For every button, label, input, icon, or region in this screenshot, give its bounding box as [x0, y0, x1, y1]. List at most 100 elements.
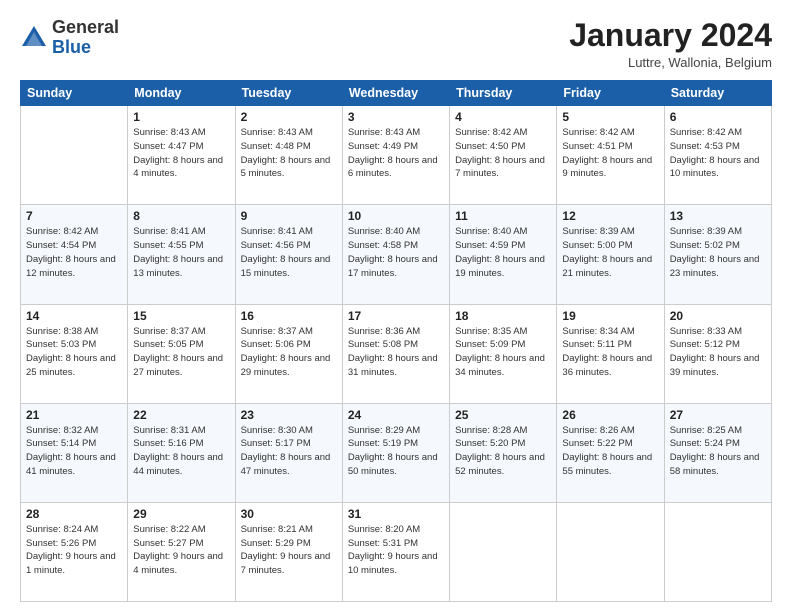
day-number: 22 [133, 408, 229, 422]
daylight: Daylight: 9 hours and 7 minutes. [241, 551, 331, 576]
table-row [21, 106, 128, 205]
sunrise: Sunrise: 8:42 AM [26, 226, 98, 237]
daylight: Daylight: 8 hours and 50 minutes. [348, 452, 438, 477]
day-info: Sunrise: 8:36 AM Sunset: 5:08 PM Dayligh… [348, 325, 444, 380]
day-number: 29 [133, 507, 229, 521]
col-sunday: Sunday [21, 81, 128, 106]
daylight: Daylight: 8 hours and 34 minutes. [455, 353, 545, 378]
daylight: Daylight: 8 hours and 9 minutes. [562, 155, 652, 180]
daylight: Daylight: 8 hours and 58 minutes. [670, 452, 760, 477]
table-row: 15 Sunrise: 8:37 AM Sunset: 5:05 PM Dayl… [128, 304, 235, 403]
sunrise: Sunrise: 8:35 AM [455, 326, 527, 337]
sunrise: Sunrise: 8:34 AM [562, 326, 634, 337]
daylight: Daylight: 8 hours and 10 minutes. [670, 155, 760, 180]
day-number: 19 [562, 309, 658, 323]
table-row [450, 502, 557, 601]
daylight: Daylight: 8 hours and 23 minutes. [670, 254, 760, 279]
sunrise: Sunrise: 8:30 AM [241, 425, 313, 436]
daylight: Daylight: 8 hours and 55 minutes. [562, 452, 652, 477]
day-info: Sunrise: 8:40 AM Sunset: 4:58 PM Dayligh… [348, 225, 444, 280]
day-number: 28 [26, 507, 122, 521]
table-row: 22 Sunrise: 8:31 AM Sunset: 5:16 PM Dayl… [128, 403, 235, 502]
day-info: Sunrise: 8:43 AM Sunset: 4:49 PM Dayligh… [348, 126, 444, 181]
day-info: Sunrise: 8:39 AM Sunset: 5:00 PM Dayligh… [562, 225, 658, 280]
day-number: 31 [348, 507, 444, 521]
day-info: Sunrise: 8:34 AM Sunset: 5:11 PM Dayligh… [562, 325, 658, 380]
day-info: Sunrise: 8:42 AM Sunset: 4:53 PM Dayligh… [670, 126, 766, 181]
table-row: 12 Sunrise: 8:39 AM Sunset: 5:00 PM Dayl… [557, 205, 664, 304]
calendar-week-4: 21 Sunrise: 8:32 AM Sunset: 5:14 PM Dayl… [21, 403, 772, 502]
sunset: Sunset: 4:53 PM [670, 141, 740, 152]
day-number: 10 [348, 209, 444, 223]
day-number: 2 [241, 110, 337, 124]
sunrise: Sunrise: 8:39 AM [562, 226, 634, 237]
day-info: Sunrise: 8:29 AM Sunset: 5:19 PM Dayligh… [348, 424, 444, 479]
day-number: 9 [241, 209, 337, 223]
sunset: Sunset: 4:58 PM [348, 240, 418, 251]
col-saturday: Saturday [664, 81, 771, 106]
daylight: Daylight: 9 hours and 10 minutes. [348, 551, 438, 576]
sunset: Sunset: 5:22 PM [562, 438, 632, 449]
table-row: 25 Sunrise: 8:28 AM Sunset: 5:20 PM Dayl… [450, 403, 557, 502]
sunset: Sunset: 4:49 PM [348, 141, 418, 152]
sunrise: Sunrise: 8:20 AM [348, 524, 420, 535]
sunset: Sunset: 5:08 PM [348, 339, 418, 350]
sunset: Sunset: 5:17 PM [241, 438, 311, 449]
day-info: Sunrise: 8:42 AM Sunset: 4:54 PM Dayligh… [26, 225, 122, 280]
day-number: 7 [26, 209, 122, 223]
table-row: 16 Sunrise: 8:37 AM Sunset: 5:06 PM Dayl… [235, 304, 342, 403]
table-row: 9 Sunrise: 8:41 AM Sunset: 4:56 PM Dayli… [235, 205, 342, 304]
day-number: 14 [26, 309, 122, 323]
day-number: 26 [562, 408, 658, 422]
daylight: Daylight: 8 hours and 4 minutes. [133, 155, 223, 180]
table-row: 23 Sunrise: 8:30 AM Sunset: 5:17 PM Dayl… [235, 403, 342, 502]
sunrise: Sunrise: 8:25 AM [670, 425, 742, 436]
calendar-week-3: 14 Sunrise: 8:38 AM Sunset: 5:03 PM Dayl… [21, 304, 772, 403]
sunset: Sunset: 5:11 PM [562, 339, 632, 350]
sunrise: Sunrise: 8:31 AM [133, 425, 205, 436]
day-number: 21 [26, 408, 122, 422]
daylight: Daylight: 8 hours and 21 minutes. [562, 254, 652, 279]
sunset: Sunset: 5:19 PM [348, 438, 418, 449]
day-info: Sunrise: 8:39 AM Sunset: 5:02 PM Dayligh… [670, 225, 766, 280]
table-row: 1 Sunrise: 8:43 AM Sunset: 4:47 PM Dayli… [128, 106, 235, 205]
daylight: Daylight: 9 hours and 4 minutes. [133, 551, 223, 576]
sunset: Sunset: 4:56 PM [241, 240, 311, 251]
day-number: 8 [133, 209, 229, 223]
calendar-table: Sunday Monday Tuesday Wednesday Thursday… [20, 80, 772, 602]
day-number: 5 [562, 110, 658, 124]
day-number: 27 [670, 408, 766, 422]
sunset: Sunset: 5:26 PM [26, 538, 96, 549]
day-info: Sunrise: 8:42 AM Sunset: 4:50 PM Dayligh… [455, 126, 551, 181]
sunset: Sunset: 5:06 PM [241, 339, 311, 350]
table-row: 19 Sunrise: 8:34 AM Sunset: 5:11 PM Dayl… [557, 304, 664, 403]
daylight: Daylight: 8 hours and 5 minutes. [241, 155, 331, 180]
sunrise: Sunrise: 8:38 AM [26, 326, 98, 337]
day-number: 11 [455, 209, 551, 223]
daylight: Daylight: 8 hours and 7 minutes. [455, 155, 545, 180]
calendar-week-5: 28 Sunrise: 8:24 AM Sunset: 5:26 PM Dayl… [21, 502, 772, 601]
table-row [664, 502, 771, 601]
table-row: 24 Sunrise: 8:29 AM Sunset: 5:19 PM Dayl… [342, 403, 449, 502]
daylight: Daylight: 8 hours and 6 minutes. [348, 155, 438, 180]
daylight: Daylight: 8 hours and 25 minutes. [26, 353, 116, 378]
sunset: Sunset: 5:14 PM [26, 438, 96, 449]
sunrise: Sunrise: 8:42 AM [455, 127, 527, 138]
sunset: Sunset: 5:16 PM [133, 438, 203, 449]
day-number: 12 [562, 209, 658, 223]
day-info: Sunrise: 8:20 AM Sunset: 5:31 PM Dayligh… [348, 523, 444, 578]
daylight: Daylight: 8 hours and 17 minutes. [348, 254, 438, 279]
sunrise: Sunrise: 8:43 AM [241, 127, 313, 138]
sunrise: Sunrise: 8:29 AM [348, 425, 420, 436]
table-row: 8 Sunrise: 8:41 AM Sunset: 4:55 PM Dayli… [128, 205, 235, 304]
daylight: Daylight: 8 hours and 12 minutes. [26, 254, 116, 279]
day-number: 6 [670, 110, 766, 124]
day-number: 13 [670, 209, 766, 223]
table-row: 4 Sunrise: 8:42 AM Sunset: 4:50 PM Dayli… [450, 106, 557, 205]
page: General Blue January 2024 Luttre, Wallon… [0, 0, 792, 612]
sunrise: Sunrise: 8:22 AM [133, 524, 205, 535]
sunset: Sunset: 4:54 PM [26, 240, 96, 251]
sunrise: Sunrise: 8:42 AM [670, 127, 742, 138]
sunrise: Sunrise: 8:28 AM [455, 425, 527, 436]
table-row: 27 Sunrise: 8:25 AM Sunset: 5:24 PM Dayl… [664, 403, 771, 502]
